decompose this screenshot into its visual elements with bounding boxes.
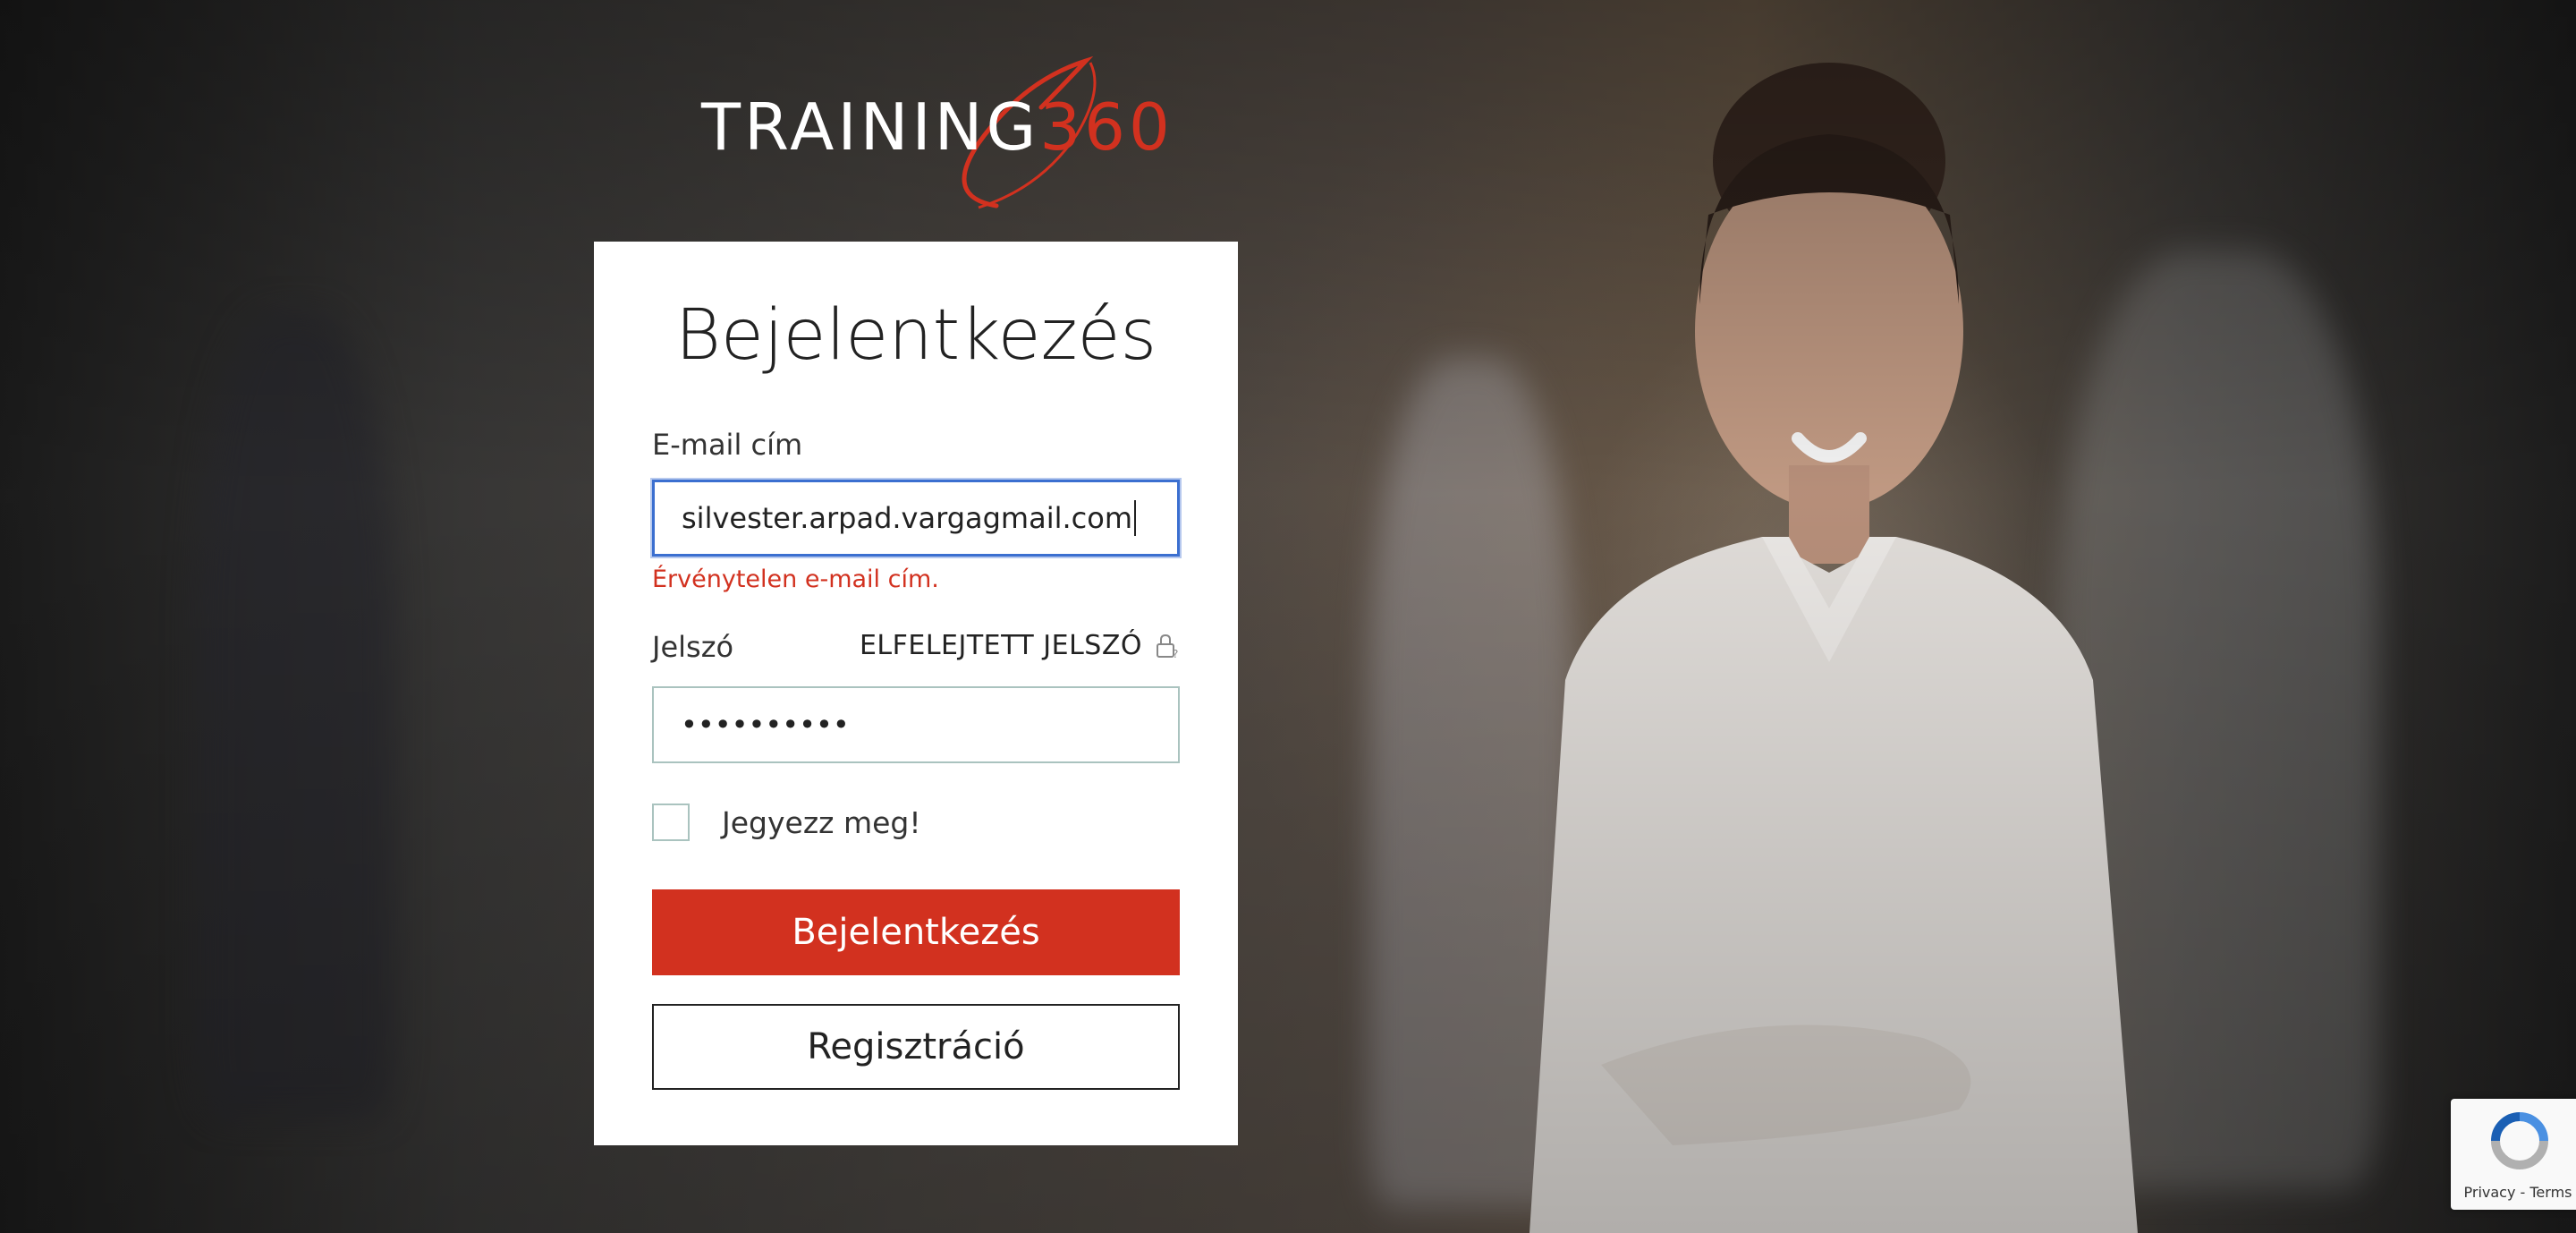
woman-portrait xyxy=(1530,63,2138,1233)
recaptcha-badge[interactable]: Privacy - Terms xyxy=(2451,1099,2576,1210)
forgot-password-label: ELFELEJTETT JELSZÓ xyxy=(859,630,1142,661)
training360-logo: TRAINING360 xyxy=(701,54,1170,215)
background-figure-center xyxy=(1368,358,1574,1208)
background-photo xyxy=(0,0,2576,1233)
password-input-value: •••••••••• xyxy=(681,708,850,742)
recaptcha-links[interactable]: Privacy - Terms xyxy=(2451,1184,2576,1201)
background-figure-right xyxy=(2057,251,2379,1190)
logo-number: 360 xyxy=(1039,89,1174,165)
logo-text: TRAINING360 xyxy=(701,89,1174,165)
email-input[interactable]: silvester.arpad.vargagmail.com xyxy=(652,480,1180,557)
recaptcha-icon xyxy=(2491,1112,2548,1169)
login-title: Bejelentkezés xyxy=(674,295,1157,376)
lock-icon: ? xyxy=(1157,634,1179,659)
remember-me-label[interactable]: Jegyezz meg! xyxy=(722,805,921,840)
forgot-password-link[interactable]: ELFELEJTETT JELSZÓ ? xyxy=(860,630,1180,661)
logo-word: TRAINING xyxy=(701,89,1040,165)
email-label: E-mail cím xyxy=(652,428,803,462)
register-button[interactable]: Regisztráció xyxy=(652,1004,1180,1090)
login-button[interactable]: Bejelentkezés xyxy=(652,889,1180,975)
email-input-value: silvester.arpad.vargagmail.com xyxy=(682,501,1132,535)
remember-me-checkbox[interactable] xyxy=(652,804,690,841)
login-card: Bejelentkezés E-mail cím silvester.arpad… xyxy=(594,242,1238,1145)
password-label: Jelszó xyxy=(652,630,734,664)
email-error-message: Érvénytelen e-mail cím. xyxy=(652,565,939,593)
text-caret xyxy=(1134,500,1136,536)
background-figure-left xyxy=(197,313,394,1118)
svg-text:?: ? xyxy=(1173,648,1179,659)
password-input[interactable]: •••••••••• xyxy=(652,686,1180,763)
